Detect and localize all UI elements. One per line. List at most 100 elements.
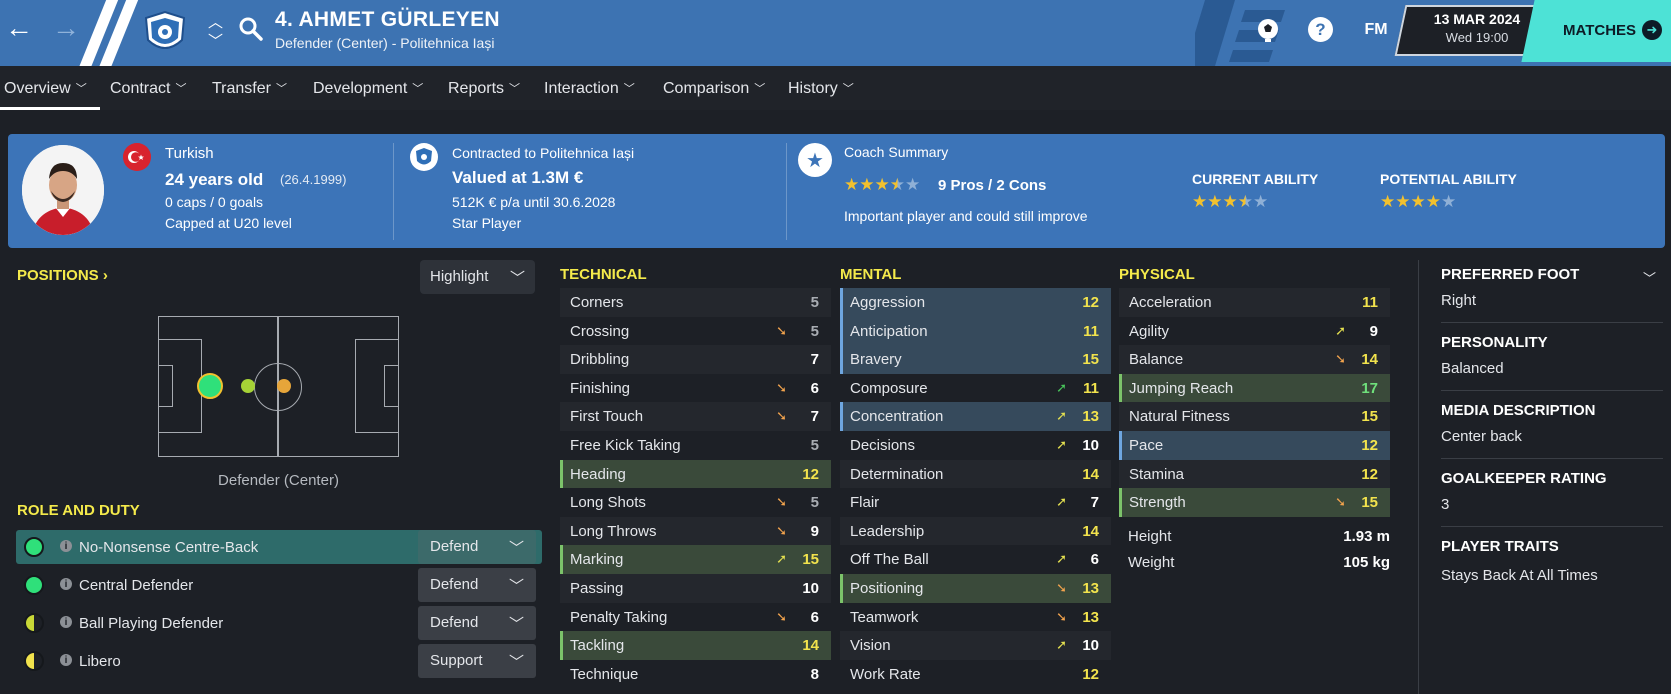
attribute-row[interactable]: Anticipation 11 — [840, 316, 1111, 346]
attribute-row[interactable]: Free Kick Taking 5 — [560, 431, 831, 460]
attribute-row[interactable]: Tackling 14 — [560, 631, 831, 660]
attribute-row[interactable]: Heading 12 — [560, 459, 831, 489]
player-switch-arrows[interactable]: ︿ ﹀ — [208, 13, 223, 51]
position-dc-dot[interactable] — [197, 373, 223, 399]
tab-label: Interaction — [544, 80, 619, 97]
star-icon: ★ — [1222, 192, 1238, 211]
tab-history[interactable]: History ﹀ — [788, 80, 854, 98]
matches-label[interactable]: MATCHES — [1563, 22, 1636, 39]
position-dm-dot[interactable] — [241, 379, 255, 393]
role-suitability-dot — [24, 575, 44, 595]
attribute-row[interactable]: Vision ➚ 10 — [840, 631, 1111, 660]
attribute-row[interactable]: Work Rate 12 — [840, 660, 1111, 689]
club-crest-icon[interactable] — [140, 8, 190, 58]
search-icon[interactable] — [238, 16, 264, 42]
squad-status: Star Player — [452, 215, 522, 231]
positions-heading[interactable]: POSITIONS › — [17, 267, 108, 284]
chevron-right-icon[interactable]: ➜ — [1642, 20, 1662, 40]
tab-comparison[interactable]: Comparison ﹀ — [663, 80, 765, 98]
attribute-row[interactable]: Agility ➚ 9 — [1119, 317, 1390, 346]
ball-icon[interactable] — [1254, 16, 1282, 44]
position-mc-dot[interactable] — [277, 379, 291, 393]
attribute-row[interactable]: Pace 12 — [1119, 430, 1390, 460]
role-row[interactable]: i Ball Playing Defender Defend ﹀ — [16, 606, 542, 640]
attribute-row[interactable]: First Touch ➚ 7 — [560, 402, 831, 431]
contract-club[interactable]: Contracted to Politehnica Iași — [452, 145, 634, 161]
info-icon[interactable]: i — [60, 540, 72, 552]
divider — [1441, 526, 1663, 527]
attribute-row[interactable]: Off The Ball ➚ 6 — [840, 545, 1111, 574]
attribute-value: 12 — [1082, 294, 1099, 311]
role-suitability-dot — [24, 537, 44, 557]
attribute-row[interactable]: Penalty Taking ➚ 6 — [560, 603, 831, 632]
attribute-row[interactable]: Marking ➚ 15 — [560, 545, 831, 574]
attribute-row[interactable]: Finishing ➚ 6 — [560, 374, 831, 403]
attribute-row[interactable]: Composure ➚ 11 — [840, 374, 1111, 403]
role-suitability-dot — [24, 613, 44, 633]
attribute-row[interactable]: Concentration ➚ 13 — [840, 402, 1111, 431]
info-icon[interactable]: i — [60, 616, 72, 628]
divider — [786, 143, 787, 240]
pros-cons[interactable]: 9 Pros / 2 Cons — [938, 177, 1046, 194]
attribute-value: 12 — [1361, 436, 1378, 454]
attribute-name: Heading — [570, 465, 626, 483]
duty-label: Defend — [430, 576, 479, 593]
attribute-name: Vision — [850, 637, 891, 655]
attribute-row[interactable]: Acceleration 11 — [1119, 288, 1390, 317]
forward-arrow-icon[interactable]: → — [52, 14, 80, 42]
attribute-value: 5 — [810, 322, 819, 340]
tab-overview[interactable]: Overview ﹀ — [4, 80, 87, 98]
info-icon[interactable]: i — [60, 578, 72, 590]
attribute-row[interactable]: Passing 10 — [560, 573, 831, 603]
attribute-row[interactable]: Aggression 12 — [840, 288, 1111, 317]
help-icon[interactable]: ? — [1308, 17, 1333, 42]
player-trait[interactable]: Stays Back At All Times — [1441, 567, 1598, 584]
role-row[interactable]: i Libero Support ﹀ — [16, 644, 542, 678]
role-row[interactable]: i Central Defender Defend ﹀ — [16, 568, 542, 602]
star-icon: ★ — [1425, 192, 1441, 211]
attribute-row[interactable]: Positioning ➚ 13 — [840, 573, 1111, 603]
info-icon[interactable]: i — [60, 654, 72, 666]
attribute-row[interactable]: Bravery 15 — [840, 345, 1111, 374]
attribute-row[interactable]: Crossing ➚ 5 — [560, 317, 831, 346]
back-arrow-icon[interactable]: ← — [5, 14, 33, 42]
attribute-row[interactable]: Decisions ➚ 10 — [840, 431, 1111, 460]
tab-interaction[interactable]: Interaction ﹀ — [544, 80, 635, 98]
nationality[interactable]: Turkish — [165, 145, 214, 162]
attribute-row[interactable]: Jumping Reach 17 — [1119, 373, 1390, 403]
role-row[interactable]: i No-Nonsense Centre-Back Defend ﹀ — [16, 530, 542, 564]
attribute-row[interactable]: Stamina 12 — [1119, 459, 1390, 489]
attribute-row[interactable]: Dribbling 7 — [560, 345, 831, 374]
duty-dropdown[interactable]: Support ﹀ — [418, 644, 536, 678]
attribute-row[interactable]: Long Throws ➚ 9 — [560, 516, 831, 546]
attribute-row[interactable]: Corners 5 — [560, 288, 831, 317]
attribute-row[interactable]: Determination 14 — [840, 459, 1111, 489]
tab-transfer[interactable]: Transfer ﹀ — [212, 80, 287, 98]
active-tab-indicator — [0, 107, 100, 110]
attribute-row[interactable]: Leadership 14 — [840, 516, 1111, 546]
attribute-row[interactable]: Teamwork ➚ 13 — [840, 603, 1111, 632]
attribute-row[interactable]: Technique 8 — [560, 660, 831, 689]
tab-contract[interactable]: Contract ﹀ — [110, 80, 186, 98]
wage: 512K € p/a until 30.6.2028 — [452, 194, 616, 210]
attribute-row[interactable]: Balance ➚ 14 — [1119, 345, 1390, 374]
tab-development[interactable]: Development ﹀ — [313, 80, 423, 98]
attribute-value: 13 — [1082, 408, 1099, 426]
current-date: 13 MAR 2024 — [1433, 11, 1521, 27]
attribute-row[interactable]: Natural Fitness 15 — [1119, 402, 1390, 431]
coach-summary-title[interactable]: Coach Summary — [844, 144, 948, 160]
attribute-row[interactable]: Flair ➚ 7 — [840, 488, 1111, 517]
tab-reports[interactable]: Reports ﹀ — [448, 80, 520, 98]
chevron-down-icon[interactable]: ﹀ — [1643, 268, 1656, 287]
attribute-row[interactable]: Long Shots ➚ 5 — [560, 488, 831, 517]
fm-logo[interactable]: FM — [1360, 16, 1392, 44]
duty-dropdown[interactable]: Defend ﹀ — [418, 568, 536, 602]
tab-label: Development — [313, 80, 408, 97]
attribute-row[interactable]: Strength ➚ 15 — [1119, 488, 1390, 517]
player-subtitle[interactable]: Defender (Center) - Politehnica Iași — [275, 35, 494, 51]
duty-dropdown[interactable]: Defend ﹀ — [418, 530, 536, 564]
duty-dropdown[interactable]: Defend ﹀ — [418, 606, 536, 640]
attribute-name: Strength — [1129, 494, 1186, 512]
highlight-dropdown[interactable]: Highlight ﹀ — [420, 260, 535, 294]
club-crest-icon[interactable] — [410, 143, 438, 171]
